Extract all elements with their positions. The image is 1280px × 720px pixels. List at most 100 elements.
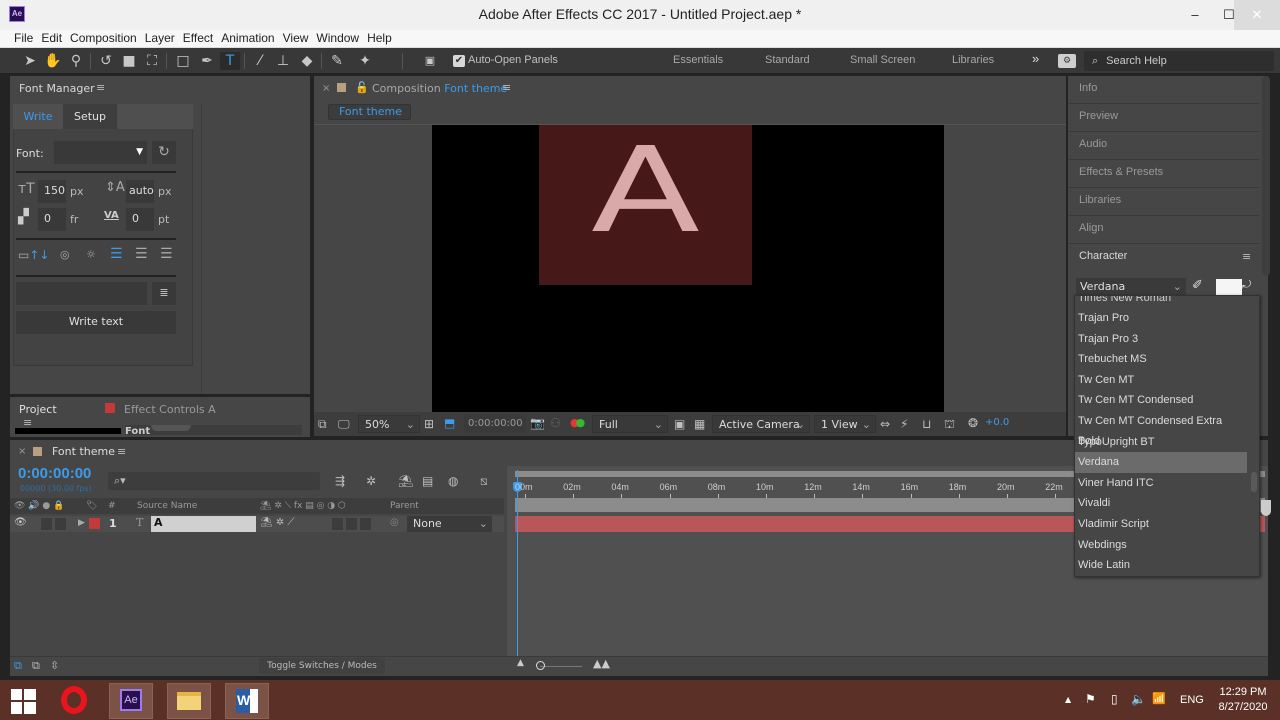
panel-menu-icon[interactable]: ≡ — [96, 81, 105, 94]
magnification-select[interactable]: 50% ⌄ — [358, 415, 420, 433]
timeline-search-input[interactable]: ⌕▾ — [108, 472, 320, 490]
font-option[interactable]: Verdana — [1075, 452, 1247, 473]
sun-icon[interactable]: ☼ — [86, 248, 96, 261]
graph-editor-icon[interactable]: ⧅ — [480, 474, 488, 489]
menu-effect[interactable]: Effect — [179, 30, 217, 47]
panel-menu-icon[interactable]: ≡ — [1242, 250, 1251, 263]
always-preview-icon[interactable]: ⧉ — [318, 417, 327, 432]
flowchart-icon[interactable]: ⛫ — [944, 417, 955, 433]
mask-path-visibility-icon[interactable]: ⬒ — [444, 416, 455, 430]
toggle-pixel-aspect-icon[interactable]: ⇔ — [880, 417, 890, 431]
column-parent[interactable]: Parent — [390, 498, 419, 514]
current-time-display[interactable]: 0:00:00:00 — [18, 465, 91, 482]
workspace-panel-icon[interactable]: ▣ — [420, 52, 440, 70]
windows-start-icon[interactable] — [11, 689, 36, 714]
layer-switches[interactable]: ⛱ ✲ ⟋ — [260, 517, 294, 528]
canvas-text-A[interactable]: A — [502, 131, 790, 249]
view-layout-select[interactable]: 1 View ⌄ — [814, 415, 876, 433]
parent-select[interactable]: None ⌄ — [407, 516, 492, 532]
timeline-icon[interactable]: ⊔ — [922, 417, 931, 431]
font-option[interactable]: Vivaldi — [1075, 493, 1247, 514]
layer-order-icon[interactable]: ▭↑↓ — [18, 248, 49, 262]
resolution-select[interactable]: Full ⌄ — [592, 415, 668, 433]
font-family-select[interactable]: Verdana ⌄ — [1076, 278, 1186, 296]
mode-switch[interactable] — [346, 518, 357, 530]
menu-file[interactable]: File — [10, 30, 37, 47]
brush-tool-icon[interactable]: ⁄ — [250, 52, 270, 70]
network-icon[interactable]: 📶 — [1152, 692, 1166, 705]
font-option[interactable]: Trebuchet MS — [1075, 349, 1247, 370]
panel-libraries[interactable]: Libraries — [1068, 188, 1260, 216]
menu-animation[interactable]: Animation — [217, 30, 278, 47]
snapshot-camera-icon[interactable]: 📷 — [530, 416, 545, 430]
current-time-indicator[interactable] — [517, 470, 518, 656]
align-right-icon[interactable]: ☰ — [160, 246, 173, 262]
tracking-input[interactable]: 0 — [126, 208, 154, 231]
pick-whip-icon[interactable]: ◎ — [390, 517, 399, 528]
viewer-timecode[interactable]: 0:00:00:00 — [464, 415, 526, 433]
font-option[interactable]: Viner Hand ITC — [1075, 473, 1247, 494]
volume-icon[interactable]: 🔈 — [1131, 692, 1146, 706]
refresh-fonts-button[interactable]: ↻ — [152, 141, 176, 164]
show-hidden-icons[interactable]: ▲ — [1065, 695, 1071, 704]
zoom-tool-icon[interactable]: ⚲ — [66, 52, 86, 70]
panel-menu-icon[interactable]: ≡ — [117, 445, 126, 458]
solo-switch[interactable] — [41, 518, 52, 530]
grid-guides-icon[interactable]: ⊞ — [424, 417, 434, 431]
battery-icon[interactable]: ▯ — [1111, 692, 1118, 706]
frame-input[interactable]: 0 — [38, 208, 66, 231]
close-tab-icon[interactable]: × — [18, 446, 26, 457]
layer-switches-toggle-icon[interactable]: ⧉ — [14, 659, 22, 673]
dropdown-scrollbar-thumb[interactable] — [1251, 472, 1257, 492]
font-option[interactable]: Wide Latin — [1075, 555, 1247, 576]
timeline-comp-name[interactable]: Font theme — [52, 445, 115, 458]
selection-tool-icon[interactable]: ➤ — [20, 52, 40, 70]
align-left-icon[interactable]: ☰ — [110, 246, 123, 262]
leading-input[interactable]: auto — [126, 180, 154, 203]
write-text-button[interactable]: Write text — [16, 311, 176, 334]
tab-write[interactable]: Write — [13, 104, 63, 129]
menu-window[interactable]: Window — [312, 30, 363, 47]
font-option-partial[interactable]: Times New Roman — [1075, 296, 1247, 309]
clone-stamp-tool-icon[interactable]: ⊥ — [273, 52, 293, 70]
workspace-essentials[interactable]: Essentials — [673, 54, 723, 66]
mode-switch[interactable] — [360, 518, 371, 530]
taskbar-file-explorer[interactable] — [167, 683, 211, 719]
lock-icon[interactable]: 🔓 — [355, 81, 369, 94]
timeline-scroll-handle[interactable] — [1261, 500, 1271, 516]
pan-behind-tool-icon[interactable]: ⛶ — [142, 52, 162, 70]
workspace-small-screen[interactable]: Small Screen — [850, 54, 915, 66]
workspace-standard[interactable]: Standard — [765, 54, 810, 66]
zoom-out-icon[interactable]: ▲ — [517, 658, 524, 668]
visibility-eye-icon[interactable]: 👁 — [14, 517, 27, 528]
font-option[interactable]: Webdings — [1075, 535, 1247, 556]
exposure-value[interactable]: +0.0 — [985, 417, 1009, 428]
toggle-switches-modes-button[interactable]: Toggle Switches / Modes — [259, 658, 385, 674]
panel-align[interactable]: Align — [1068, 216, 1260, 244]
search-help-input[interactable]: ⌕ Search Help — [1084, 51, 1274, 71]
timeline-zoom-handle[interactable] — [536, 661, 545, 670]
zoom-in-icon[interactable]: ▲▲ — [593, 657, 610, 670]
font-option[interactable]: TypoUpright BT — [1075, 432, 1247, 453]
taskbar-word[interactable]: W — [225, 683, 269, 719]
panel-preview[interactable]: Preview — [1068, 104, 1260, 132]
font-option[interactable]: Tw Cen MT Condensed Extra Bold — [1075, 411, 1247, 447]
workspace-settings-icon[interactable]: ⚙ — [1058, 54, 1076, 68]
eyedropper-icon[interactable]: ✐ — [1192, 278, 1203, 293]
font-option[interactable]: Vladimir Script — [1075, 514, 1247, 535]
show-snapshot-icon[interactable]: ⚇ — [550, 416, 561, 430]
region-of-interest-icon[interactable]: ▣ — [674, 417, 685, 431]
composition-canvas[interactable]: A — [432, 125, 944, 412]
panel-menu-icon[interactable]: ≡ — [502, 81, 511, 94]
expand-arrow-icon[interactable]: ▶ — [78, 518, 85, 528]
taskbar-after-effects[interactable]: Ae — [109, 683, 153, 719]
close-button[interactable]: ✕ — [1234, 0, 1280, 30]
workspace-libraries[interactable]: Libraries — [952, 54, 994, 66]
pen-tool-icon[interactable]: ✒ — [197, 52, 217, 70]
align-center-icon[interactable]: ☰ — [135, 246, 148, 262]
composition-tab-font-theme[interactable]: Font theme — [328, 104, 411, 120]
scrollbar-thumb[interactable] — [151, 425, 191, 431]
fast-previews-icon[interactable]: ⚡ — [900, 417, 908, 431]
frame-blending-icon[interactable]: ▤ — [422, 474, 433, 488]
camera-tool-icon[interactable]: ■ — [119, 52, 139, 70]
